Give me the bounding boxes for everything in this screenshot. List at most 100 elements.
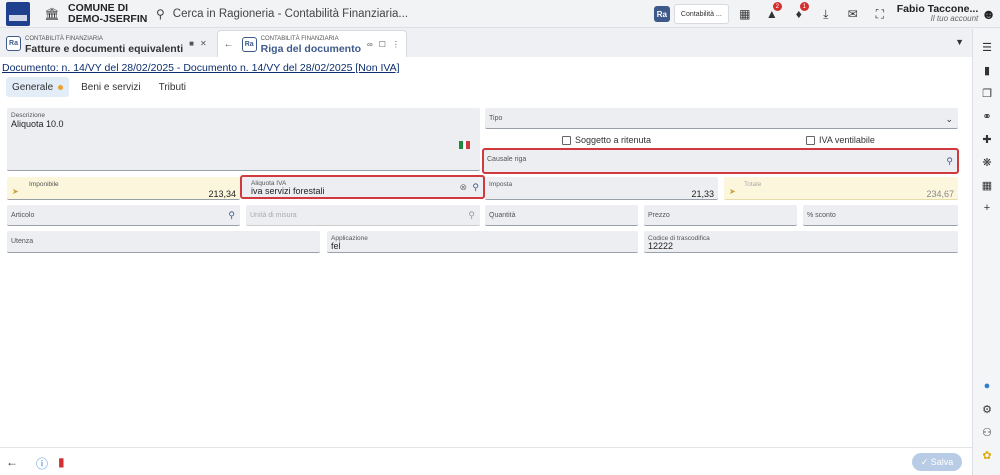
- subtab-beni-servizi[interactable]: Beni e servizi: [75, 77, 146, 97]
- utenza-label: Utenza: [11, 238, 34, 245]
- main-content: Documento: n. 14/VY del 28/02/2025 - Doc…: [0, 57, 972, 447]
- tab-fatture[interactable]: Ra CONTABILITÀ FINANZIARIA Fatture e doc…: [0, 30, 213, 57]
- utenza-input[interactable]: Utenza: [7, 231, 320, 253]
- tipo-label: Tipo: [489, 115, 503, 122]
- totale-value: 234,67: [926, 189, 954, 199]
- tab-module-badge: Ra: [6, 36, 21, 51]
- checkbox-label: Soggetto a ritenuta: [575, 135, 652, 145]
- fullscreen-icon[interactable]: ⛶: [869, 3, 891, 25]
- user-name: Fabio Taccone...: [896, 3, 979, 15]
- more-icon[interactable]: ⋮: [392, 40, 400, 49]
- tab-module-badge: Ra: [241, 36, 257, 52]
- organization-name: COMUNE DI DEMO-JSERFIN: [68, 1, 150, 25]
- subtabs: Generale Beni e servizi Tributi: [6, 76, 198, 98]
- module-selector[interactable]: Contabilità ...: [673, 4, 729, 24]
- save-label: Salva: [930, 457, 954, 467]
- mail-icon[interactable]: ✉: [842, 3, 864, 25]
- totale-label: Totale: [744, 181, 762, 188]
- gear-icon[interactable]: ⚙: [980, 402, 994, 416]
- delete-icon[interactable]: ▮: [58, 455, 65, 469]
- quantita-input[interactable]: Quantità: [485, 205, 638, 226]
- soggetto-ritenuta-checkbox[interactable]: Soggetto a ritenuta: [562, 135, 651, 145]
- checkbox-box: [806, 135, 815, 145]
- glasses-icon[interactable]: ∞: [367, 40, 373, 49]
- articolo-input[interactable]: Articolo ⚲: [7, 205, 240, 226]
- accessibility-icon[interactable]: ⚇: [980, 425, 994, 439]
- sconto-input[interactable]: % sconto: [803, 205, 958, 226]
- aliquota-iva-input[interactable]: Aliquota IVA iva servizi forestali ⊗ ⚲: [240, 175, 485, 199]
- info-icon[interactable]: ⓘ: [36, 455, 48, 472]
- calculator-icon[interactable]: ▦: [980, 178, 994, 192]
- prezzo-label: Prezzo: [648, 212, 670, 219]
- document-link[interactable]: Documento: n. 14/VY del 28/02/2025 - Doc…: [2, 62, 400, 74]
- home-icon[interactable]: 🏛: [42, 4, 62, 24]
- network-icon[interactable]: ❋: [980, 155, 994, 169]
- warning-icon[interactable]: ▲ 2: [761, 2, 783, 25]
- totale-field: ➤ Totale 234,67: [724, 177, 958, 200]
- subtab-tributi[interactable]: Tributi: [153, 77, 192, 97]
- account-icon[interactable]: ☻: [981, 6, 996, 22]
- causale-riga-input[interactable]: Causale riga ⚲: [482, 148, 959, 174]
- org-line1: COMUNE DI: [68, 1, 129, 14]
- articolo-label: Articolo: [11, 212, 35, 219]
- help-icon[interactable]: ✿: [980, 448, 994, 462]
- descrizione-textarea[interactable]: Descrizione Aliquota 10.0: [7, 108, 480, 171]
- causale-riga-label: Causale riga: [487, 156, 527, 163]
- save-button[interactable]: ✓ Salva: [912, 453, 962, 471]
- prezzo-input[interactable]: Prezzo: [644, 205, 797, 226]
- imponibile-field[interactable]: ➤ Imponibile 213,34: [7, 177, 240, 200]
- codice-trascodifica-value: 12222: [648, 241, 674, 251]
- dashboard-icon[interactable]: ▦: [734, 3, 756, 25]
- quantita-label: Quantità: [489, 212, 516, 219]
- list-icon[interactable]: ☰: [980, 40, 994, 54]
- imposta-value: 21,33: [691, 189, 714, 199]
- imposta-label: Imposta: [489, 181, 513, 188]
- window-icon[interactable]: ☐: [379, 40, 386, 49]
- imponibile-label: Imponibile: [29, 181, 59, 188]
- search-input[interactable]: ⚲ Cerca in Ragioneria - Contabilità Fina…: [156, 3, 656, 25]
- copy-icon[interactable]: ❐: [980, 86, 994, 100]
- unita-misura-label: Unità di misura: [250, 212, 297, 219]
- add-icon[interactable]: +: [980, 201, 994, 215]
- right-sidebar: ☰ ▮ ❐ ⚭ ✚ ❋ ▦ + ● ⚙ ⚇ ✿: [972, 29, 1000, 475]
- org-line2: DEMO-JSERFIN: [68, 12, 148, 25]
- link-icon[interactable]: ⚭: [980, 109, 994, 123]
- applicazione-value: fel: [331, 241, 341, 251]
- search-icon[interactable]: ⚲: [472, 182, 479, 193]
- tipo-select[interactable]: Tipo ⌄: [485, 108, 958, 129]
- chevron-down-icon[interactable]: ▼: [955, 37, 964, 47]
- clear-icon[interactable]: ⊗: [459, 182, 467, 193]
- bookmark-icon[interactable]: ▮: [980, 63, 994, 77]
- codice-trascodifica-input[interactable]: Codice di trascodifica 12222: [644, 231, 958, 253]
- tab-label: Fatture e documenti equivalenti: [25, 42, 184, 55]
- search-icon[interactable]: ⚲: [228, 210, 235, 221]
- location-icon[interactable]: ●: [980, 379, 994, 393]
- bell-icon[interactable]: ♦ 1: [788, 2, 810, 25]
- subtab-generale[interactable]: Generale: [6, 77, 70, 97]
- tabs-row: Ra CONTABILITÀ FINANZIARIA Fatture e doc…: [0, 29, 972, 57]
- alerts-count-badge: 2: [772, 2, 782, 11]
- module-badge[interactable]: Ra: [653, 6, 670, 22]
- user-account[interactable]: Fabio Taccone... Il tuo account: [897, 4, 979, 24]
- back-arrow-icon[interactable]: ←: [224, 39, 234, 50]
- tab-riga-documento[interactable]: ← Ra CONTABILITÀ FINANZIARIA Riga del do…: [216, 30, 407, 57]
- back-arrow-icon[interactable]: ←: [6, 455, 18, 469]
- italian-flag-icon[interactable]: [459, 141, 471, 149]
- subtab-label: Generale: [12, 81, 54, 93]
- top-bar: 🏛 COMUNE DI DEMO-JSERFIN ⚲ Cerca in Ragi…: [0, 0, 1000, 28]
- bookmark-icon[interactable]: ■: [189, 39, 194, 48]
- app-logo[interactable]: [6, 1, 30, 26]
- applicazione-input[interactable]: Applicazione fel: [327, 231, 638, 253]
- imposta-field[interactable]: Imposta 21,33: [485, 177, 718, 200]
- tools-icon[interactable]: ✚: [980, 132, 994, 146]
- search-icon[interactable]: ⚲: [946, 156, 953, 167]
- iva-ventilabile-checkbox[interactable]: IVA ventilabile: [806, 135, 875, 145]
- imponibile-value: 213,34: [208, 189, 236, 199]
- top-right-toolbar: Ra Contabilità ... ▦ ▲ 2 ♦ 1 ⤓ ✉ ⛶ Fabio T…: [653, 2, 1000, 26]
- close-icon[interactable]: ✕: [200, 39, 207, 48]
- user-subtitle: Il tuo account: [930, 14, 979, 23]
- descrizione-value: Aliquota 10.0: [11, 119, 64, 129]
- bottom-bar: ← ⓘ ▮ ✓ Salva: [0, 447, 972, 475]
- arrow-right-icon: ➤: [12, 187, 19, 196]
- download-icon[interactable]: ⤓: [815, 3, 837, 25]
